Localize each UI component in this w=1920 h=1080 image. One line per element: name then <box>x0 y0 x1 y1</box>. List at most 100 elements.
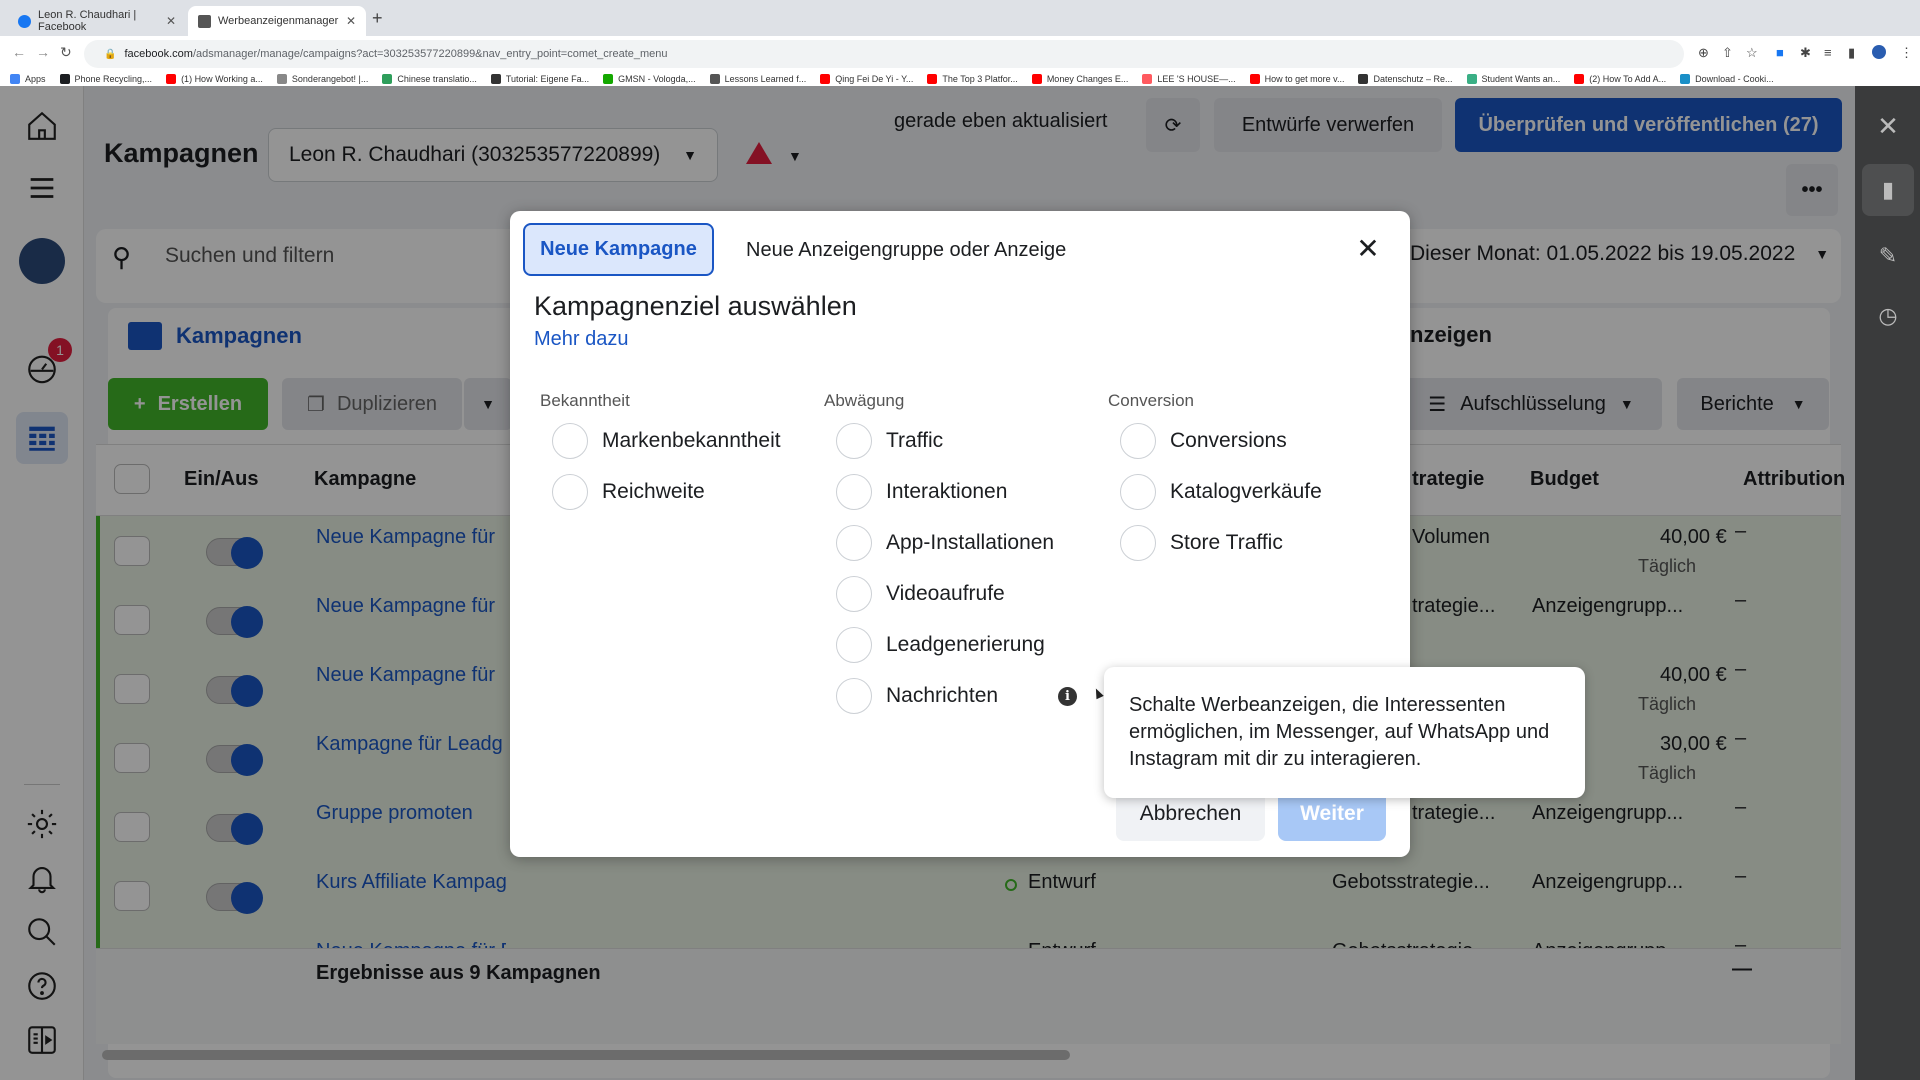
bookmark-label: Qing Fei De Yi - Y... <box>835 74 914 84</box>
messages-tooltip: Schalte Werbeanzeigen, die Interessenten… <box>1104 667 1585 798</box>
objective-option[interactable]: Reichweite <box>552 474 705 510</box>
objective-option[interactable]: Conversions <box>1120 423 1287 459</box>
browser-menu-icon[interactable]: ⋮ <box>1900 45 1913 61</box>
objective-label: Conversions <box>1170 429 1287 452</box>
objective-label: Interaktionen <box>886 480 1008 503</box>
objective-option[interactable]: Store Traffic <box>1120 525 1283 561</box>
objective-label: Katalogverkäufe <box>1170 480 1322 503</box>
objective-option[interactable]: Katalogverkäufe <box>1120 474 1322 510</box>
t-icon <box>1466 74 1477 84</box>
bookmark-item[interactable]: How to get more v... <box>1249 74 1345 84</box>
radio-button[interactable] <box>836 627 872 663</box>
bookmark-label: Lessons Learned f... <box>724 74 807 84</box>
bookmark-label: How to get more v... <box>1264 74 1345 84</box>
bookmark-item[interactable]: The Top 3 Platfor... <box>927 74 1018 84</box>
youtube-icon <box>927 74 938 84</box>
radio-button[interactable] <box>552 423 588 459</box>
datenschutz-icon <box>1358 74 1369 84</box>
cookie-icon <box>1680 74 1691 84</box>
bookmark-item[interactable]: Qing Fei De Yi - Y... <box>820 74 913 84</box>
tab-new-campaign[interactable]: Neue Kampagne <box>523 223 714 276</box>
bookmark-item[interactable]: Download - Cooki... <box>1680 74 1774 84</box>
url-path: /adsmanager/manage/campaigns?act=3032535… <box>192 48 668 60</box>
info-icon[interactable]: i <box>1058 687 1077 706</box>
learn-more-link[interactable]: Mehr dazu <box>534 328 629 351</box>
url-host: facebook.com <box>124 48 193 60</box>
back-icon[interactable]: ← <box>12 44 26 60</box>
tab-title: Werbeanzeigenmanager - Wer <box>218 15 339 27</box>
objective-option[interactable]: Traffic <box>836 423 943 459</box>
bookmark-item[interactable]: Money Changes E... <box>1031 74 1129 84</box>
radio-button[interactable] <box>836 423 872 459</box>
radio-button[interactable] <box>1120 423 1156 459</box>
bookmark-label: Money Changes E... <box>1046 74 1129 84</box>
tab-new-adset-or-ad[interactable]: Neue Anzeigengruppe oder Anzeige <box>746 239 1066 262</box>
bookmark-item[interactable]: (1) How Working a... <box>166 74 263 84</box>
bookmark-label: Chinese translatio... <box>397 74 477 84</box>
bookmark-label: Download - Cooki... <box>1695 74 1774 84</box>
radio-button[interactable] <box>552 474 588 510</box>
close-tab-icon[interactable]: ✕ <box>166 14 176 28</box>
youtube-icon <box>820 74 831 84</box>
new-tab-button[interactable]: + <box>372 8 383 29</box>
radio-button[interactable] <box>836 474 872 510</box>
objective-category-heading: Bekanntheit <box>540 391 630 410</box>
radio-button[interactable] <box>836 525 872 561</box>
browser-tab-facebook[interactable]: Leon R. Chaudhari | Facebook ✕ <box>8 6 186 36</box>
objective-option[interactable]: Nachrichten <box>836 678 998 714</box>
bookmark-label: The Top 3 Platfor... <box>942 74 1018 84</box>
extensions-puzzle-icon[interactable]: ✱ <box>1800 45 1811 61</box>
objective-option[interactable]: Interaktionen <box>836 474 1007 510</box>
reload-icon[interactable]: ↻ <box>60 44 72 61</box>
bookmark-item[interactable]: Chinese translatio... <box>382 74 477 84</box>
sidepanel-icon[interactable]: ▮ <box>1848 45 1855 61</box>
objective-option[interactable]: Markenbekanntheit <box>552 423 781 459</box>
bookmark-item[interactable]: (2) How To Add A... <box>1574 74 1666 84</box>
objective-option[interactable]: Leadgenerierung <box>836 627 1045 663</box>
radio-button[interactable] <box>836 576 872 612</box>
edit-pencil-icon[interactable]: ✎ <box>1866 234 1910 278</box>
share-icon[interactable]: ⇧ <box>1722 45 1733 61</box>
bookmark-label: Student Wants an... <box>1481 74 1561 84</box>
checkmark-icon <box>276 74 287 84</box>
bookmark-item[interactable]: LEE 'S HOUSE—... <box>1142 74 1236 84</box>
objective-option[interactable]: Videoaufrufe <box>836 576 1005 612</box>
bookmark-item[interactable]: Lessons Learned f... <box>709 74 807 84</box>
profile-avatar-icon[interactable] <box>1872 45 1886 59</box>
close-panel-icon[interactable]: ✕ <box>1866 104 1910 148</box>
bookmark-item[interactable]: Datenschutz – Re... <box>1358 74 1453 84</box>
hash-icon <box>490 74 501 84</box>
forward-icon[interactable]: → <box>36 44 50 60</box>
objective-option[interactable]: App-Installationen <box>836 525 1054 561</box>
lock-icon: 🔒 <box>104 48 117 60</box>
bookmark-item[interactable]: Apps <box>10 74 46 84</box>
tab-title: Leon R. Chaudhari | Facebook <box>38 9 137 33</box>
bookmark-item[interactable]: Phone Recycling,... <box>59 74 152 84</box>
bookmark-item[interactable]: Student Wants an... <box>1466 74 1561 84</box>
bookmark-star-icon[interactable]: ☆ <box>1746 45 1758 61</box>
radio-button[interactable] <box>1120 525 1156 561</box>
objective-label: Store Traffic <box>1170 531 1283 554</box>
radio-button[interactable] <box>1120 474 1156 510</box>
airbnb-icon <box>1142 74 1153 84</box>
facebook-extension-icon[interactable]: ■ <box>1776 45 1784 60</box>
bookmark-item[interactable]: Tutorial: Eigene Fa... <box>490 74 589 84</box>
bookmark-label: Datenschutz – Re... <box>1373 74 1453 84</box>
youtube-icon <box>1249 74 1260 84</box>
apps-grid-icon <box>10 74 20 84</box>
radio-button[interactable] <box>836 678 872 714</box>
history-clock-icon[interactable]: ◷ <box>1866 294 1910 338</box>
chart-icon[interactable]: ▮ <box>1862 164 1914 216</box>
objective-label: Reichweite <box>602 480 705 503</box>
browser-tab-ads-manager[interactable]: Werbeanzeigenmanager - Wer ✕ <box>188 6 366 36</box>
bookmark-item[interactable]: GMSN - Vologda,... <box>603 74 696 84</box>
bookmark-item[interactable]: Sonderangebot! |... <box>276 74 368 84</box>
zoom-icon[interactable]: ⊕ <box>1698 45 1709 61</box>
objective-label: Leadgenerierung <box>886 633 1045 656</box>
bookmark-label: (2) How To Add A... <box>1589 74 1667 84</box>
close-tab-icon[interactable]: ✕ <box>346 14 356 28</box>
close-icon[interactable]: ✕ <box>1353 235 1383 265</box>
url-input[interactable]: 🔒 facebook.com/adsmanager/manage/campaig… <box>84 40 1684 68</box>
media-icon[interactable]: ≡ <box>1824 45 1832 60</box>
o2-icon <box>59 74 70 84</box>
